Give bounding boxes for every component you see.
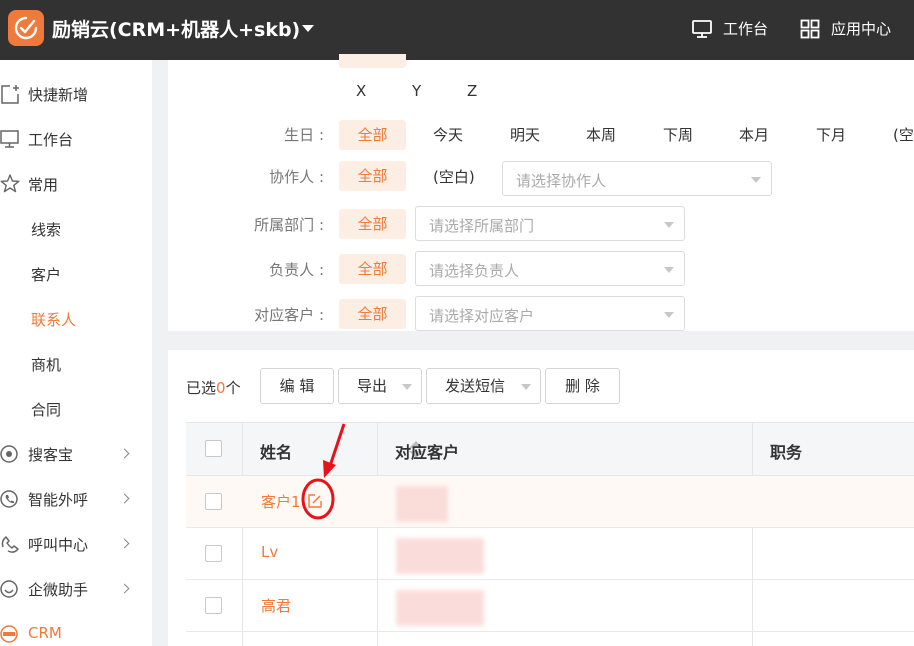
annotation-circle: [301, 478, 335, 520]
annotation-arrow-head: [323, 460, 336, 478]
annotation-arrow-shaft: [328, 423, 346, 467]
annotation-overlay: [301, 423, 346, 520]
